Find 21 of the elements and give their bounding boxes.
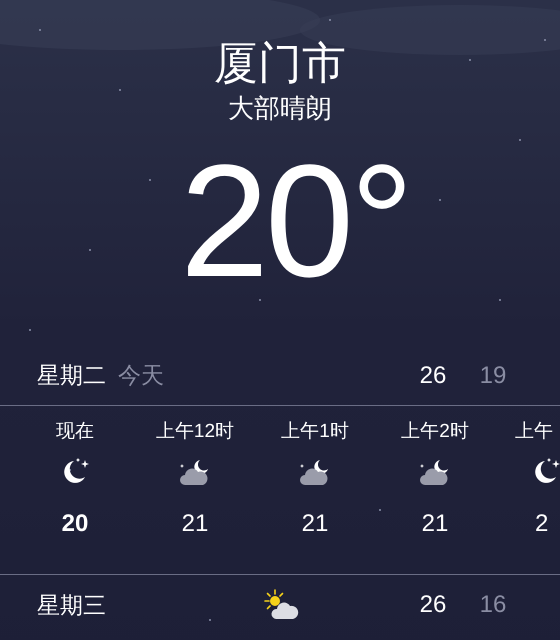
today-label: 今天 xyxy=(118,361,164,390)
weather-condition: 大部晴朗 xyxy=(228,92,332,124)
day-name: 星期二 xyxy=(37,361,106,390)
sun-cloud-icon xyxy=(262,589,300,621)
high-temperature: 26 xyxy=(418,590,448,620)
hour-temperature: 21 xyxy=(302,509,328,539)
hour-temperature: 21 xyxy=(182,509,208,539)
hour-label: 上午2时 xyxy=(401,420,469,444)
hour-label: 现在 xyxy=(56,420,94,444)
hour-label: 上午1时 xyxy=(281,420,349,444)
low-temperature: 16 xyxy=(478,590,508,620)
current-temperature: 20° xyxy=(179,136,410,306)
low-temperature: 19 xyxy=(478,360,508,390)
city-name: 厦门市 xyxy=(214,38,346,90)
high-temperature: 26 xyxy=(418,360,448,390)
hour-temperature: 21 xyxy=(422,509,448,539)
hour-label: 上午12时 xyxy=(156,420,234,444)
day-name: 星期三 xyxy=(37,590,107,620)
hour-temperature: 20 xyxy=(62,509,88,539)
hour-temperature: 2 xyxy=(534,509,548,539)
hour-label: 上午 xyxy=(515,420,553,444)
